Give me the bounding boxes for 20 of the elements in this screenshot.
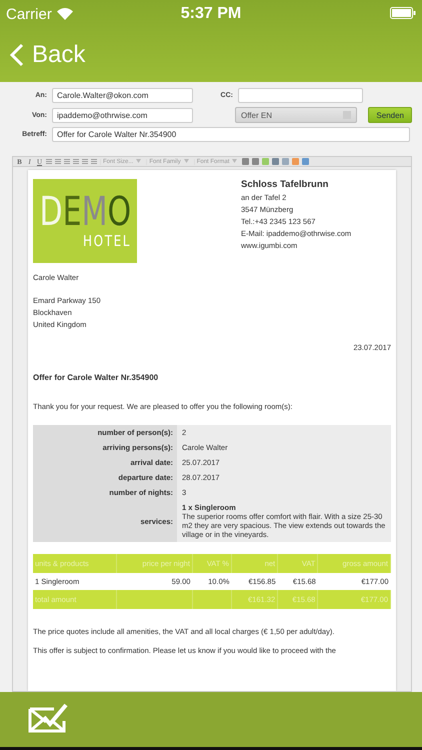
hotel-logo: DEMO HOTEL [33,179,137,263]
subject-field[interactable]: Offer for Carole Walter Nr.354900 [52,127,410,142]
align-icon[interactable] [91,158,97,164]
align-icon[interactable] [55,158,61,164]
to-field[interactable]: Carole.Walter@okon.com [52,88,193,103]
align-icon[interactable] [64,158,70,164]
hotel-name: Schloss Tafelbrunn [241,179,330,190]
offer-heading: Offer for Carole Walter Nr.354900 [33,373,160,382]
send-button[interactable]: Senden [368,107,412,123]
carrier-label: Carrier [6,6,52,22]
wifi-icon [56,8,73,20]
clock: 5:37 PM [180,5,242,23]
cc-field[interactable] [238,88,363,103]
align-icon[interactable] [73,158,79,164]
align-icon[interactable] [82,158,88,164]
from-field[interactable]: ipaddemo@othrwise.com [52,108,193,122]
template-dropdown[interactable]: Offer EN [235,107,358,123]
align-icon[interactable] [46,158,52,164]
chevron-left-icon [10,43,24,67]
battery-icon [390,6,416,18]
